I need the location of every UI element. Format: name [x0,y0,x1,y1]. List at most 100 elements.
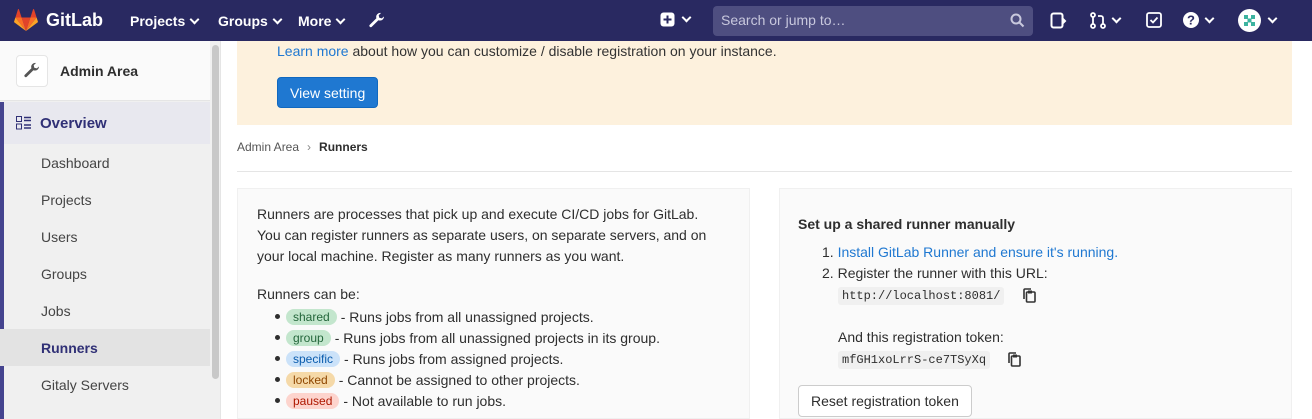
list-item: locked - Cannot be assigned to other pro… [275,369,660,390]
breadcrumb-admin-area[interactable]: Admin Area [237,140,299,154]
svg-text:?: ? [1187,13,1195,28]
sidebar-item-label: Groups [41,265,87,282]
specific-badge: specific [286,350,341,367]
sidebar-item-dashboard[interactable]: Dashboard [0,144,210,181]
sidebar-item-projects[interactable]: Projects [0,181,210,218]
breadcrumb-current[interactable]: Runners [319,140,368,154]
search-icon [1010,13,1025,28]
sidebar-item-runners[interactable]: Runners [0,329,210,366]
token-row: mfGH1xoLrrS-ce7TSyXq [838,350,991,369]
nav-groups-label: Groups [218,13,268,29]
sidebar-item-overview[interactable]: Overview [0,102,210,144]
merge-requests-button[interactable] [1090,12,1122,29]
copy-url-icon[interactable] [1023,288,1036,303]
chevron-down-icon [681,12,692,23]
shared-runner-setup-panel: Set up a shared runner manually 1. Insta… [779,188,1292,419]
step-number: 2. [822,265,834,281]
type-description: - Cannot be assigned to other projects. [338,371,580,388]
step-2: 2. Register the runner with this URL: [822,265,1048,281]
gitlab-logo[interactable]: GitLab [14,9,103,32]
install-runner-link[interactable]: Install GitLab Runner and ensure it's ru… [838,244,1119,260]
setup-title: Set up a shared runner manually [798,216,1016,232]
group-badge: group [286,329,331,346]
sidebar-item-groups[interactable]: Groups [0,255,210,292]
list-item: paused - Not available to run jobs. [275,390,660,411]
chevron-right-icon: › [307,140,312,154]
sidebar-item-label: Projects [41,191,92,208]
plus-square-icon [660,12,675,27]
type-description: - Not available to run jobs. [343,392,507,409]
banner-message: about how you can customize / disable re… [348,43,777,59]
chevron-down-icon [1204,13,1215,23]
intro-line: You can register runners as separate use… [257,227,707,243]
step-number: 1. [822,244,834,260]
step-2-text: Register the runner with this URL: [837,265,1048,281]
intro-line: your local machine. Register as many run… [257,248,625,264]
avatar [1238,9,1261,32]
sidebar-item-label: Gitaly Servers [41,376,129,393]
divider [237,171,1292,172]
user-menu[interactable] [1238,9,1278,32]
sidebar-item-gitaly-servers[interactable]: Gitaly Servers [0,366,210,403]
reset-token-button[interactable]: Reset registration token [798,385,972,417]
intro-line: Runners are processes that pick up and e… [257,206,699,222]
help-button[interactable]: ? [1182,11,1215,29]
tanuki-icon [14,9,38,31]
nav-projects-label: Projects [130,13,186,29]
copy-token-icon[interactable] [1008,352,1021,367]
admin-avatar [16,54,48,87]
chevron-down-icon [336,14,346,24]
breadcrumb: Admin Area › Runners [237,140,368,154]
type-description: - Runs jobs from all unassigned projects… [334,329,660,346]
learn-more-link[interactable]: Learn more [277,43,349,59]
runner-types-list: shared - Runs jobs from all unassigned p… [275,306,660,411]
view-setting-button[interactable]: View setting [277,77,379,108]
paused-badge: paused [286,392,340,409]
nav-groups[interactable]: Groups [218,13,283,29]
overview-icon [16,116,31,130]
type-description: - Runs jobs from assigned projects. [344,350,564,367]
runners-info-panel: Runners are processes that pick up and e… [237,188,750,419]
locked-badge: locked [286,371,335,388]
new-dropdown-button[interactable] [660,12,692,27]
sidebar-title: Admin Area [60,62,139,79]
registration-banner: Learn more about how you can customize /… [237,41,1292,125]
sidebar-sublist: Dashboard Projects Users Groups Jobs Run… [0,144,210,403]
shared-badge: shared [286,308,337,325]
logo-text: GitLab [46,10,103,30]
runners-can-be: Runners can be: [257,286,360,302]
sidebar-header[interactable]: Admin Area [0,41,210,101]
list-item: group - Runs jobs from all unassigned pr… [275,327,660,348]
merge-request-icon [1090,12,1106,29]
help-icon: ? [1183,12,1199,28]
sidebar-item-label: Jobs [41,302,71,319]
type-description: - Runs jobs from all unassigned projects… [340,308,594,325]
issues-icon[interactable] [1050,12,1067,29]
sidebar-item-label: Runners [41,339,98,356]
runners-intro: Runners are processes that pick up and e… [257,204,706,267]
token-label: And this registration token: [838,329,1004,345]
sidebar-scrollbar[interactable] [212,45,219,379]
runner-url-row: http://localhost:8081/ [838,286,1005,305]
banner-text: Learn more about how you can customize /… [277,43,777,59]
sidebar-item-jobs[interactable]: Jobs [0,292,210,329]
nav-more-label: More [298,13,332,29]
list-item: shared - Runs jobs from all unassigned p… [275,306,660,327]
chevron-down-icon [272,14,283,24]
list-item: specific - Runs jobs from assigned proje… [275,348,660,369]
nav-projects[interactable]: Projects [130,13,200,29]
search-placeholder: Search or jump to… [721,12,846,28]
chevron-down-icon [1267,13,1278,24]
wrench-icon [24,62,40,77]
runner-url: http://localhost:8081/ [838,287,1005,305]
registration-token: mfGH1xoLrrS-ce7TSyXq [838,351,991,369]
top-navbar: GitLab Projects Groups More Search or ju… [0,0,1312,41]
admin-wrench-icon[interactable] [368,12,386,30]
todos-icon[interactable] [1146,12,1162,28]
search-input[interactable]: Search or jump to… [713,6,1033,36]
nav-more[interactable]: More [298,13,346,29]
step-1: 1. Install GitLab Runner and ensure it's… [822,244,1118,260]
chevron-down-icon [189,14,200,24]
sidebar-item-users[interactable]: Users [0,218,210,255]
sidebar-item-label: Overview [40,114,107,132]
